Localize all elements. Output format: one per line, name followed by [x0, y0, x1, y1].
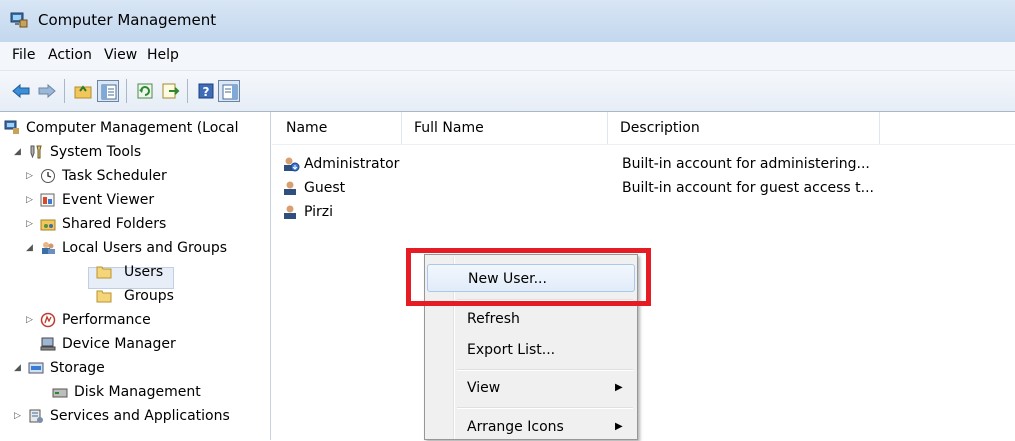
- window-title: Computer Management: [38, 11, 217, 29]
- expand-arrow-icon[interactable]: ▷: [26, 195, 36, 205]
- tools-icon: [30, 145, 42, 159]
- submenu-arrow-icon: ▶: [615, 421, 623, 432]
- menu-action[interactable]: Action: [48, 47, 92, 63]
- device-manager-icon: [40, 337, 56, 351]
- folder-icon: [96, 266, 112, 279]
- toolbar: ?: [0, 71, 1015, 112]
- description-cell: Built-in account for administering...: [622, 156, 870, 172]
- user-icon: [284, 205, 296, 219]
- event-viewer-icon: [40, 193, 55, 207]
- svg-text:?: ?: [203, 85, 210, 99]
- navigation-tree[interactable]: Computer Management (Local ◢ System Tool…: [0, 112, 271, 440]
- menu-file[interactable]: File: [12, 47, 35, 63]
- menu-help[interactable]: Help: [147, 47, 179, 63]
- menu-separator: [457, 369, 633, 371]
- menu-bar: File Action View Help: [0, 42, 1015, 71]
- user-icon: [284, 181, 296, 195]
- back-arrow-icon[interactable]: [10, 80, 32, 102]
- performance-icon: [40, 312, 56, 328]
- highlight-annotation-box: [406, 248, 651, 306]
- export-list-icon[interactable]: [159, 80, 181, 102]
- toolbar-separator: [187, 79, 188, 103]
- shared-folder-icon: [40, 219, 56, 231]
- refresh-icon[interactable]: [134, 80, 156, 102]
- menu-item-view[interactable]: View ▶: [427, 374, 635, 402]
- clock-icon: [41, 169, 55, 183]
- menu-item-refresh[interactable]: Refresh: [427, 305, 635, 333]
- column-header-full-name[interactable]: Full Name: [402, 112, 608, 144]
- submenu-arrow-icon: ▶: [615, 382, 623, 393]
- users-group-icon: [42, 242, 55, 254]
- storage-icon: [28, 362, 44, 374]
- description-cell: Built-in account for guest access t...: [622, 180, 875, 196]
- column-header-name[interactable]: Name: [274, 112, 402, 144]
- toolbar-separator: [126, 79, 127, 103]
- title-bar: Computer Management: [0, 0, 1015, 42]
- expand-arrow-icon[interactable]: ▷: [26, 315, 36, 325]
- collapse-arrow-icon[interactable]: ◢: [14, 147, 24, 157]
- collapse-arrow-icon[interactable]: ◢: [14, 363, 24, 373]
- menu-separator: [457, 407, 633, 409]
- forward-arrow-icon[interactable]: [36, 80, 58, 102]
- expand-arrow-icon[interactable]: ▷: [26, 171, 36, 181]
- expand-arrow-icon[interactable]: ▷: [14, 411, 24, 421]
- menu-item-arrange-icons[interactable]: Arrange Icons ▶: [427, 413, 635, 441]
- show-hide-action-pane-icon[interactable]: [218, 80, 240, 102]
- services-icon: [29, 409, 43, 423]
- collapse-arrow-icon[interactable]: ◢: [26, 243, 36, 253]
- disk-icon: [52, 388, 68, 398]
- menu-item-export-list[interactable]: Export List...: [427, 336, 635, 364]
- expand-arrow-icon[interactable]: ▷: [26, 219, 36, 229]
- computer-management-icon: [10, 12, 28, 28]
- column-header-description[interactable]: Description: [608, 112, 880, 144]
- admin-user-icon: [284, 157, 300, 172]
- menu-view[interactable]: View: [104, 47, 137, 63]
- folder-icon: [96, 290, 112, 303]
- computer-management-icon: [4, 120, 19, 134]
- help-icon[interactable]: ?: [195, 80, 217, 102]
- up-folder-icon[interactable]: [72, 80, 94, 102]
- toolbar-separator: [64, 79, 65, 103]
- show-hide-tree-icon[interactable]: [97, 80, 119, 102]
